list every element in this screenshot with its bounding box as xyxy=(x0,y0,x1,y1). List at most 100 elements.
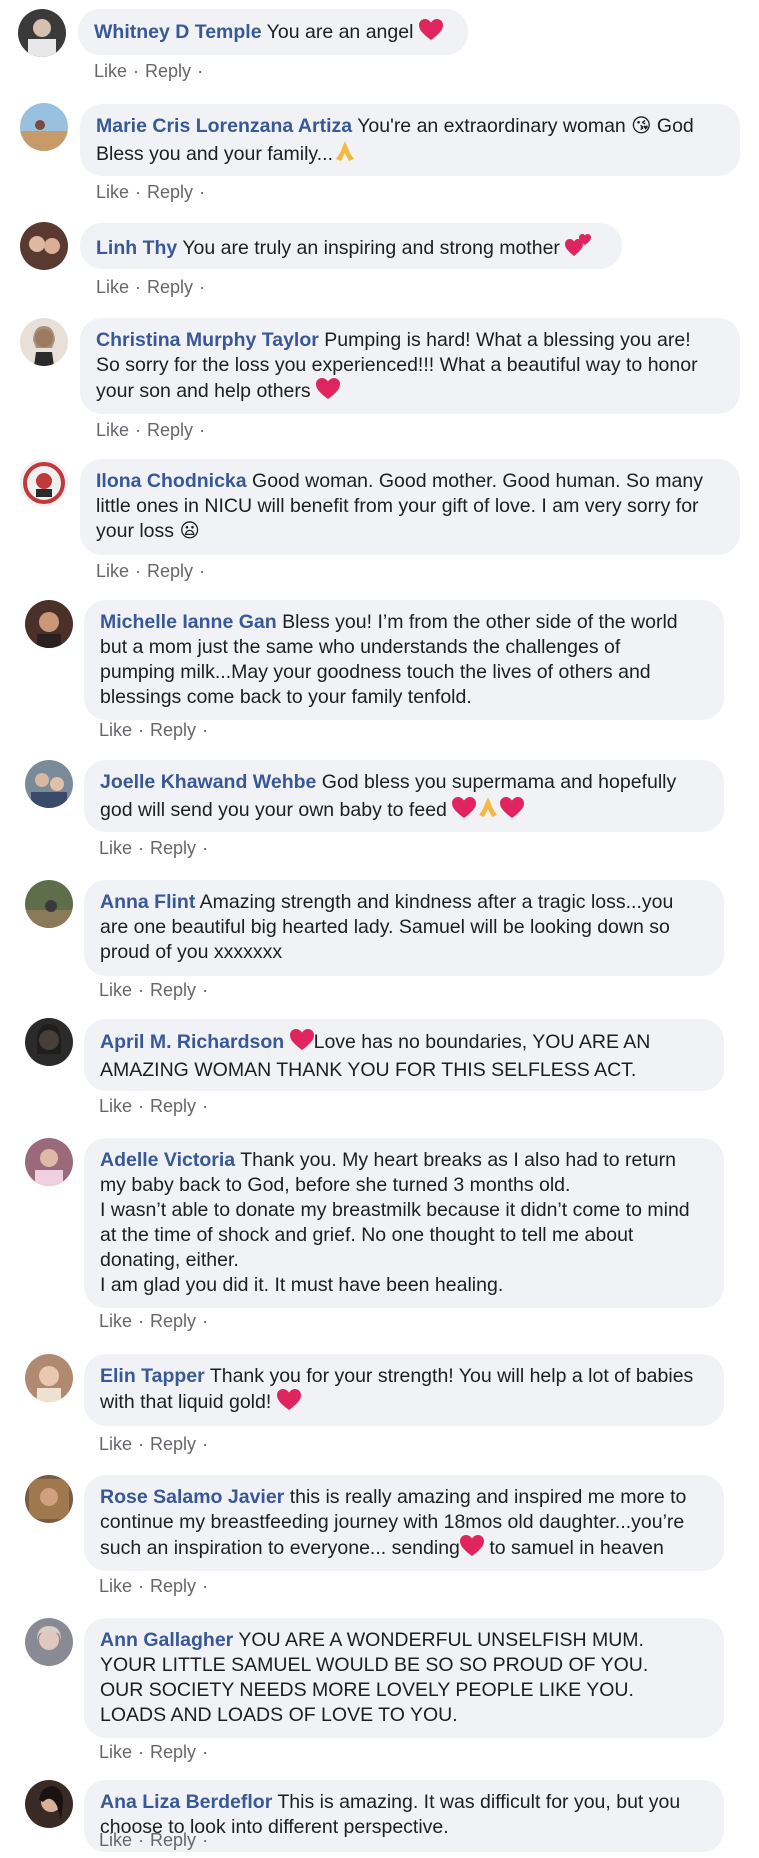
reply-button[interactable]: Reply xyxy=(150,1311,196,1331)
avatar[interactable] xyxy=(25,1018,73,1066)
separator: · xyxy=(138,1742,145,1762)
reply-button[interactable]: Reply xyxy=(147,182,193,202)
comment-actions: Like · Reply · xyxy=(99,1434,214,1455)
heart-icon xyxy=(316,378,341,407)
reply-button[interactable]: Reply xyxy=(147,561,193,581)
comment-bubble: Michelle Ianne Gan Bless you! I’m from t… xyxy=(84,600,724,720)
avatar[interactable] xyxy=(25,1354,73,1402)
comment-bubble: April M. Richardson Love has no boundari… xyxy=(84,1019,724,1091)
like-button[interactable]: Like xyxy=(96,420,129,440)
avatar[interactable] xyxy=(25,880,73,928)
reply-button[interactable]: Reply xyxy=(150,720,196,740)
like-button[interactable]: Like xyxy=(96,561,129,581)
comment-author[interactable]: Linh Thy xyxy=(96,237,177,259)
reply-button[interactable]: Reply xyxy=(145,61,191,81)
comment-bubble: Elin Tapper Thank you for your strength!… xyxy=(84,1354,724,1426)
comment-author[interactable]: Ilona Chodnicka xyxy=(96,470,247,492)
like-button[interactable]: Like xyxy=(96,277,129,297)
comment-text: You are truly an inspiring and strong mo… xyxy=(182,237,560,259)
separator: · xyxy=(138,1434,145,1454)
separator: · xyxy=(202,1311,209,1331)
comment-actions: Like · Reply · xyxy=(96,182,211,203)
heart-icon xyxy=(276,1389,301,1418)
avatar[interactable] xyxy=(18,9,66,57)
separator: · xyxy=(202,1742,209,1762)
avatar[interactable] xyxy=(20,318,68,366)
reply-button[interactable]: Reply xyxy=(147,420,193,440)
comment-bubble: Whitney D Temple You are an angel xyxy=(78,9,468,55)
comment-actions: Like · Reply · xyxy=(96,420,211,441)
avatar[interactable] xyxy=(25,1780,73,1828)
like-button[interactable]: Like xyxy=(99,1742,132,1762)
like-button[interactable]: Like xyxy=(94,61,127,81)
avatar[interactable] xyxy=(25,760,73,808)
reply-button[interactable]: Reply xyxy=(150,1096,196,1116)
comment-actions: Like · Reply · xyxy=(99,980,214,1001)
separator: · xyxy=(135,561,142,581)
comment-author[interactable]: Adelle Victoria xyxy=(100,1149,235,1171)
separator: · xyxy=(135,182,142,202)
reply-button[interactable]: Reply xyxy=(150,1434,196,1454)
comment-actions: Like · Reply · xyxy=(99,1830,214,1851)
like-button[interactable]: Like xyxy=(99,1311,132,1331)
separator: · xyxy=(202,720,209,740)
comment-bubble: Linh Thy You are truly an inspiring and … xyxy=(80,223,622,269)
avatar[interactable] xyxy=(25,1138,73,1186)
comment-author[interactable]: Christina Murphy Taylor xyxy=(96,329,319,351)
comment-actions: Like · Reply · xyxy=(99,720,214,741)
avatar[interactable] xyxy=(25,1618,73,1666)
separator: · xyxy=(135,277,142,297)
comment-author[interactable]: April M. Richardson xyxy=(100,1031,284,1053)
comment-bubble: Ilona Chodnicka Good woman. Good mother.… xyxy=(80,459,740,555)
separator: · xyxy=(199,182,206,202)
separator: · xyxy=(202,1434,209,1454)
reply-button[interactable]: Reply xyxy=(150,980,196,1000)
like-button[interactable]: Like xyxy=(99,720,132,740)
comment-author[interactable]: Marie Cris Lorenzana Artiza xyxy=(96,115,352,137)
reply-button[interactable]: Reply xyxy=(147,277,193,297)
avatar[interactable] xyxy=(25,600,73,648)
separator: · xyxy=(138,838,145,858)
avatar[interactable] xyxy=(20,222,68,270)
like-button[interactable]: Like xyxy=(99,838,132,858)
comment-bubble: Rose Salamo Javier this is really amazin… xyxy=(84,1475,724,1571)
comment-actions: Like · Reply · xyxy=(96,561,211,582)
comment-text: Thank you. My heart breaks as I also had… xyxy=(100,1149,690,1296)
comment-actions: Like · Reply · xyxy=(99,1576,214,1597)
like-button[interactable]: Like xyxy=(99,1830,132,1850)
reply-button[interactable]: Reply xyxy=(150,838,196,858)
reply-button[interactable]: Reply xyxy=(150,1830,196,1850)
separator: · xyxy=(138,1096,145,1116)
separator: · xyxy=(202,1096,209,1116)
like-button[interactable]: Like xyxy=(99,1434,132,1454)
comment-bubble: Anna Flint Amazing strength and kindness… xyxy=(84,880,724,976)
like-button[interactable]: Like xyxy=(99,980,132,1000)
separator: · xyxy=(138,1576,145,1596)
comment-author[interactable]: Whitney D Temple xyxy=(94,21,262,43)
comment-author[interactable]: Elin Tapper xyxy=(100,1365,205,1387)
comment-author[interactable]: Ana Liza Berdeflor xyxy=(100,1791,272,1813)
comment-actions: Like · Reply · xyxy=(99,838,214,859)
avatar[interactable] xyxy=(20,103,68,151)
separator: · xyxy=(202,980,209,1000)
comment-bubble: Adelle Victoria Thank you. My heart brea… xyxy=(84,1138,724,1308)
comment-bubble: Marie Cris Lorenzana Artiza You're an ex… xyxy=(80,104,740,176)
reply-button[interactable]: Reply xyxy=(150,1742,196,1762)
comment-author[interactable]: Rose Salamo Javier xyxy=(100,1486,284,1508)
reply-button[interactable]: Reply xyxy=(150,1576,196,1596)
heart-icon xyxy=(418,19,443,48)
comment-actions: Like · Reply · xyxy=(99,1096,214,1117)
heart-icon xyxy=(500,797,525,826)
comment-author[interactable]: Anna Flint xyxy=(100,891,195,913)
comment-author[interactable]: Michelle Ianne Gan xyxy=(100,611,277,633)
avatar[interactable] xyxy=(20,459,68,507)
like-button[interactable]: Like xyxy=(99,1096,132,1116)
separator: · xyxy=(202,1576,209,1596)
comment-author[interactable]: Joelle Khawand Wehbe xyxy=(100,771,316,793)
comment-author[interactable]: Ann Gallagher xyxy=(100,1629,233,1651)
pray-icon xyxy=(333,139,357,170)
avatar[interactable] xyxy=(25,1475,73,1523)
like-button[interactable]: Like xyxy=(96,182,129,202)
like-button[interactable]: Like xyxy=(99,1576,132,1596)
separator: · xyxy=(138,980,145,1000)
